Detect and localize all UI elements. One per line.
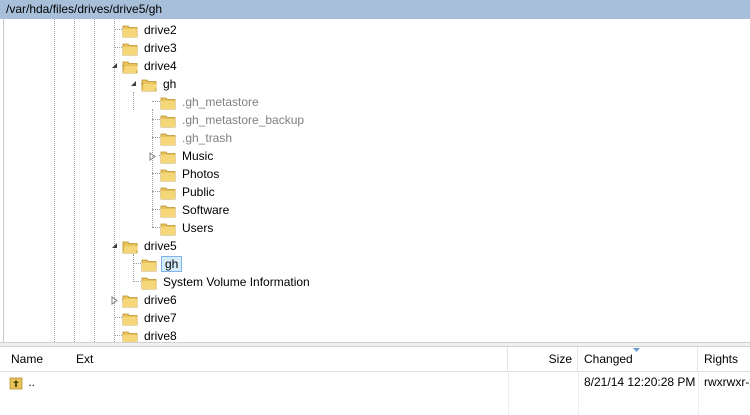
tree-item-drive6[interactable]: drive6 xyxy=(122,291,179,309)
tree-guide-line xyxy=(114,47,122,48)
sort-descending-icon xyxy=(633,348,640,352)
tree-guide-line xyxy=(133,254,134,282)
folder-icon xyxy=(160,223,176,235)
column-header-size[interactable]: Size xyxy=(508,347,578,371)
tree-item-users[interactable]: Users xyxy=(160,219,215,237)
tree-item-drive5[interactable]: drive5 xyxy=(122,237,179,255)
tree-guide-line xyxy=(114,335,122,336)
tree-item-label: drive2 xyxy=(144,23,177,37)
tree-item-drive7[interactable]: drive7 xyxy=(122,309,179,327)
tree-item-label: drive6 xyxy=(144,293,177,307)
expand-arrow-icon[interactable] xyxy=(148,151,156,161)
folder-icon xyxy=(122,43,138,55)
tree-item-label: Users xyxy=(182,221,214,235)
expand-arrow-icon[interactable] xyxy=(110,295,118,305)
column-header-ext[interactable]: Ext xyxy=(70,347,508,371)
tree-item-label: drive3 xyxy=(144,41,177,55)
folder-icon xyxy=(160,151,176,163)
tree-guide-line xyxy=(152,227,160,228)
tree-item-gh-selected[interactable]: gh xyxy=(141,255,183,273)
file-list-row[interactable]: .. 8/21/14 12:20:28 PM rwxrwxr-x xyxy=(0,372,750,392)
folder-icon xyxy=(160,133,176,145)
tree-guide-line xyxy=(152,119,160,120)
tree-guide-line xyxy=(114,29,122,30)
tree-item-label: .gh_metastore_backup xyxy=(182,113,305,127)
up-folder-icon xyxy=(9,377,23,390)
tree-item-label: Software xyxy=(182,203,230,217)
tree-guide-line xyxy=(94,19,95,342)
folder-icon xyxy=(122,295,138,307)
tree-item-label: drive7 xyxy=(144,311,177,325)
tree-item-drive3[interactable]: drive3 xyxy=(122,39,179,57)
file-changed-cell: 8/21/14 12:20:28 PM xyxy=(584,375,696,389)
tree-guide-line xyxy=(152,137,160,138)
tree-item-label: drive4 xyxy=(144,59,177,73)
folder-open-icon xyxy=(122,61,138,73)
tree-guide-line xyxy=(152,191,160,192)
tree-item-label: .gh_trash xyxy=(182,131,233,145)
folder-tree[interactable]: drive2 drive3 drive4 gh .gh_metastore .g… xyxy=(3,19,750,342)
file-name: .. xyxy=(28,375,36,389)
column-header-label: Changed xyxy=(584,352,633,366)
tree-item-system-volume-information[interactable]: System Volume Information xyxy=(141,273,312,291)
file-list-header: Name Ext Size Changed Rights xyxy=(0,347,750,372)
path-bar: /var/hda/files/drives/drive5/gh xyxy=(0,0,750,19)
collapse-arrow-icon[interactable] xyxy=(110,240,118,250)
folder-icon xyxy=(141,277,157,289)
file-name-cell: .. xyxy=(5,372,70,392)
folder-icon xyxy=(160,187,176,199)
column-header-name[interactable]: Name xyxy=(5,347,70,371)
folder-icon xyxy=(122,25,138,37)
tree-guide-line xyxy=(133,263,141,264)
folder-icon xyxy=(160,115,176,127)
tree-item-drive4[interactable]: drive4 xyxy=(122,57,179,75)
tree-item-gh-metastore-backup[interactable]: .gh_metastore_backup xyxy=(160,111,306,129)
tree-item-label: System Volume Information xyxy=(163,275,310,289)
file-list[interactable]: Name Ext Size Changed Rights .. 8/21/14 … xyxy=(0,347,750,415)
file-rights-cell: rwxrwxr-x xyxy=(704,375,750,389)
tree-guide-line xyxy=(152,173,160,174)
tree-item-label: Music xyxy=(182,149,214,163)
folder-icon xyxy=(160,205,176,217)
tree-guide-line xyxy=(133,281,141,282)
folder-icon xyxy=(122,331,138,342)
file-ext-cell xyxy=(70,372,508,392)
folder-icon xyxy=(160,97,176,109)
tree-item-photos[interactable]: Photos xyxy=(160,165,221,183)
tree-item-public[interactable]: Public xyxy=(160,183,217,201)
folder-icon xyxy=(160,169,176,181)
tree-item-drive8[interactable]: drive8 xyxy=(122,327,179,342)
column-header-rights[interactable]: Rights xyxy=(698,347,750,371)
folder-icon xyxy=(141,259,157,271)
folder-open-icon xyxy=(122,241,138,253)
tree-item-drive2[interactable]: drive2 xyxy=(122,21,179,39)
tree-item-label: drive5 xyxy=(144,239,177,253)
tree-item-gh[interactable]: gh xyxy=(141,75,178,93)
collapse-arrow-icon[interactable] xyxy=(110,60,118,70)
tree-item-label: Photos xyxy=(182,167,220,181)
tree-guide-line xyxy=(54,19,55,342)
tree-guide-line xyxy=(152,209,160,210)
folder-icon xyxy=(122,313,138,325)
tree-item-music[interactable]: Music xyxy=(160,147,215,165)
tree-guide-line xyxy=(114,317,122,318)
collapse-arrow-icon[interactable] xyxy=(129,78,137,88)
tree-item-gh-metastore[interactable]: .gh_metastore xyxy=(160,93,261,111)
tree-item-label: Public xyxy=(182,185,215,199)
folder-open-icon xyxy=(141,79,157,91)
tree-item-label: .gh_metastore xyxy=(182,95,259,109)
tree-item-label: drive8 xyxy=(144,329,177,342)
tree-guide-line xyxy=(152,101,160,102)
tree-item-label: gh xyxy=(161,256,183,272)
tree-guide-line xyxy=(133,92,134,110)
tree-item-software[interactable]: Software xyxy=(160,201,231,219)
column-header-changed[interactable]: Changed xyxy=(578,347,698,371)
file-size-cell xyxy=(508,372,578,392)
tree-guide-line xyxy=(74,19,75,342)
tree-item-label: gh xyxy=(163,77,177,91)
tree-item-gh-trash[interactable]: .gh_trash xyxy=(160,129,234,147)
